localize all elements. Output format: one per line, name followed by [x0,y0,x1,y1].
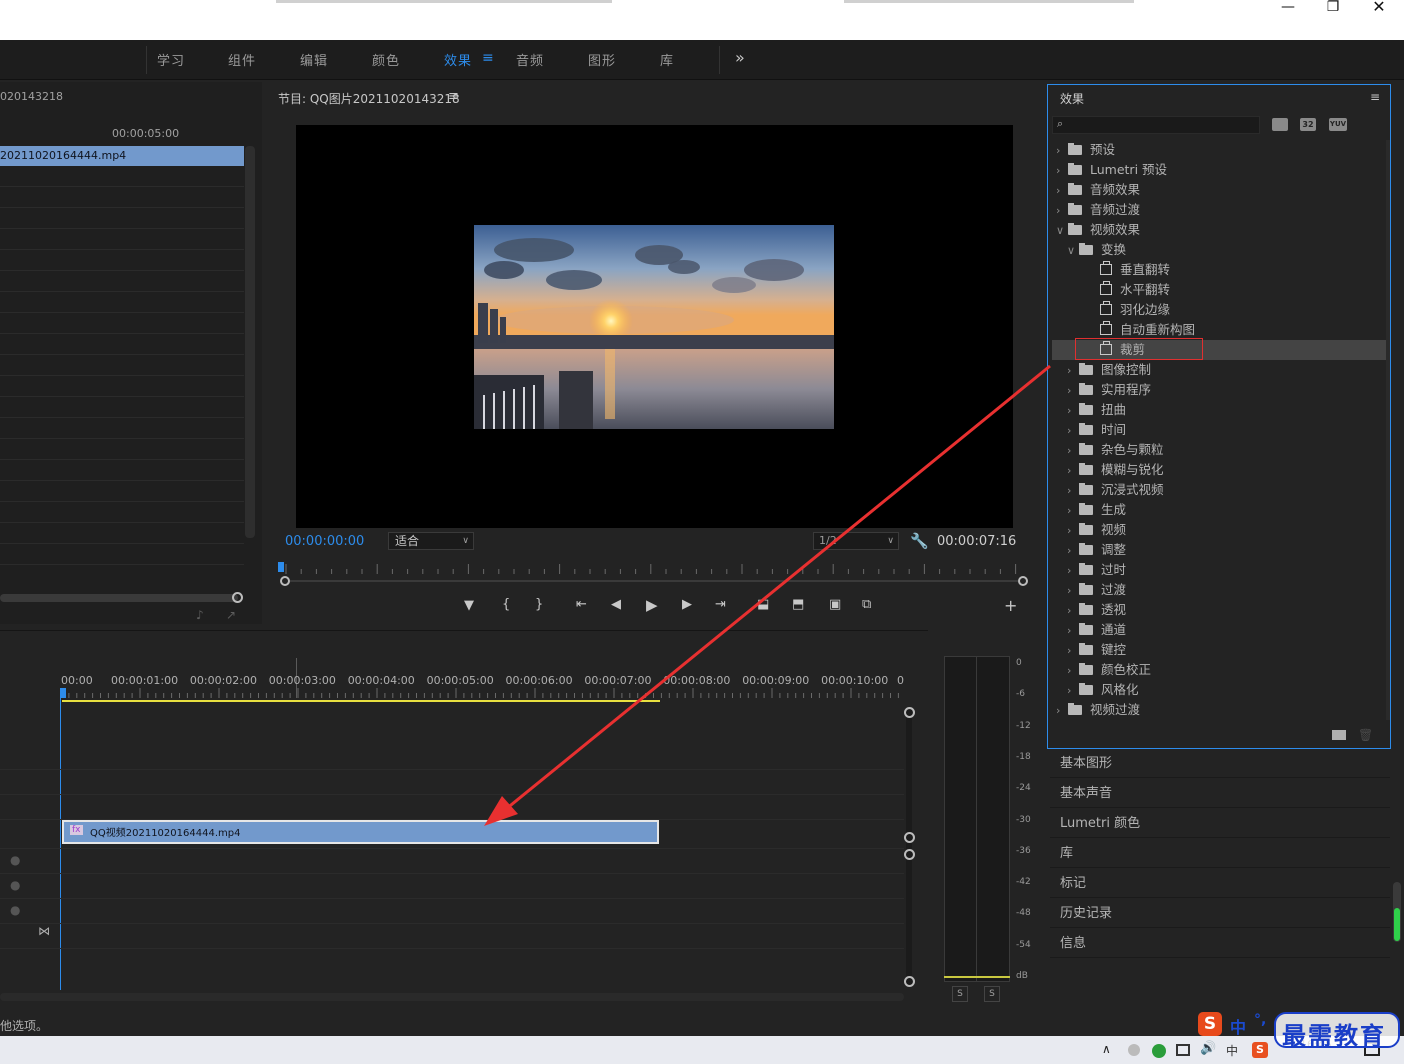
arrow-head [484,796,518,826]
ime-mode-indicator[interactable]: 中 [1230,1014,1246,1038]
watermark-text: 最需教育 [1282,1021,1386,1050]
tray-security-icon[interactable] [1152,1044,1166,1058]
tray-ime-icon[interactable]: 中 [1226,1042,1238,1059]
volume-icon[interactable]: 🔊 [1200,1041,1216,1056]
ime-punct-indicator[interactable]: °, [1254,1012,1266,1028]
status-bar: 他选项。 [0,1016,1404,1036]
taskbar: ∧ 🔊 中 S 16:45 [0,1036,1404,1064]
status-text: 他选项。 [0,1019,49,1033]
tray-expand-icon[interactable]: ∧ [1102,1042,1111,1056]
tray-sogou-icon[interactable]: S [1252,1042,1268,1058]
watermark-badge: 最需教育 [1274,1012,1400,1050]
arrow-shaft [499,364,1051,816]
sogou-ime-logo[interactable]: S [1198,1012,1222,1036]
network-icon[interactable] [1176,1044,1190,1056]
tray-app-icon[interactable] [1128,1044,1140,1056]
annotation-arrow [484,364,1051,826]
